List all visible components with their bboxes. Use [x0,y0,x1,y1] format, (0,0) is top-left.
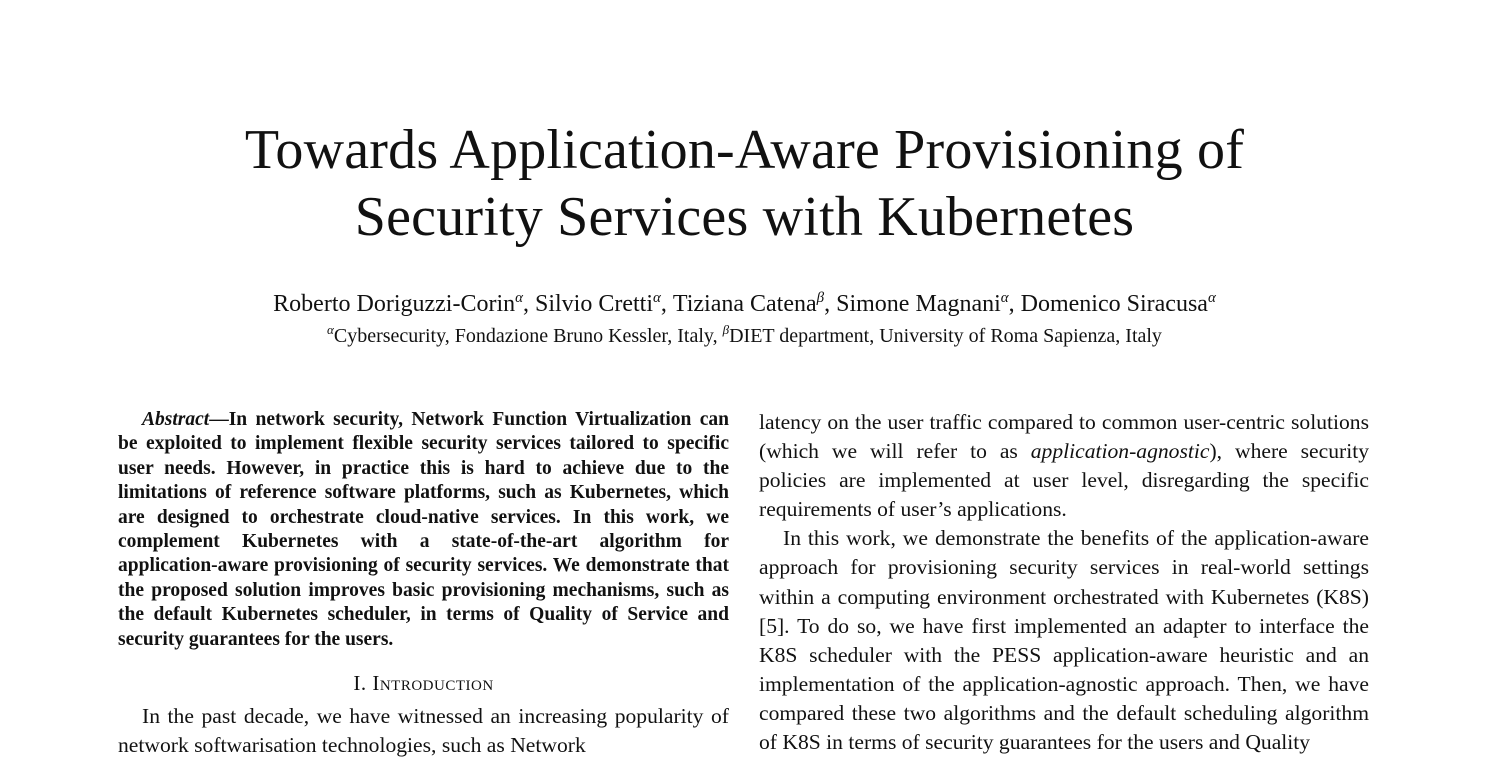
author-separator: , [1008,291,1021,317]
affiliation-mark-alpha: α [327,322,334,337]
abstract-text: In network security, Network Function Vi… [118,409,729,650]
author-name: Domenico Siracusa [1020,291,1208,317]
author-list: Roberto Doriguzzi-Corinα, Silvio Crettiα… [0,287,1489,321]
affiliations: αCybersecurity, Fondazione Bruno Kessler… [0,322,1489,350]
section-title: Introduction [372,671,494,696]
author-separator: , [523,291,535,317]
section-number: I. [353,671,373,696]
affiliation-mark: α [1207,290,1216,306]
right-paragraph-1: latency on the user traffic compared to … [759,408,1369,524]
affiliation-mark: α [515,290,523,306]
paper-title: Towards Application-Aware Provisioning o… [0,117,1489,251]
abstract-dash: — [209,409,229,430]
right-column: latency on the user traffic compared to … [759,408,1369,757]
right-paragraph-2: In this work, we demonstrate the benefit… [759,526,1369,755]
affiliation-beta: DIET department, University of Roma Sapi… [729,325,1162,347]
author-separator: , [824,291,837,317]
emphasis-text: application-agnostic [1030,439,1210,464]
author-name: Simone Magnani [836,291,1001,317]
author-separator: , [660,291,673,317]
paper-title-line-2: Security Services with Kubernetes [354,186,1135,248]
author-name: Roberto Doriguzzi-Corin [273,291,516,317]
intro-paragraph: In the past decade, we have witnessed an… [118,704,729,758]
affiliation-mark: α [1000,290,1009,306]
section-heading-introduction: I. Introduction [118,668,729,698]
abstract-label: Abstract [142,409,210,430]
affiliation-mark: α [653,290,661,306]
abstract: Abstract—In network security, Network Fu… [118,408,729,652]
affiliation-alpha: Cybersecurity, Fondazione Bruno Kessler,… [333,325,723,347]
author-name: Silvio Cretti [535,291,654,317]
left-column: Abstract—In network security, Network Fu… [118,408,729,760]
author-name: Tiziana Catena [672,291,817,317]
affiliation-mark: β [816,290,825,306]
paper-title-line-1: Towards Application-Aware Provisioning o… [244,119,1245,181]
